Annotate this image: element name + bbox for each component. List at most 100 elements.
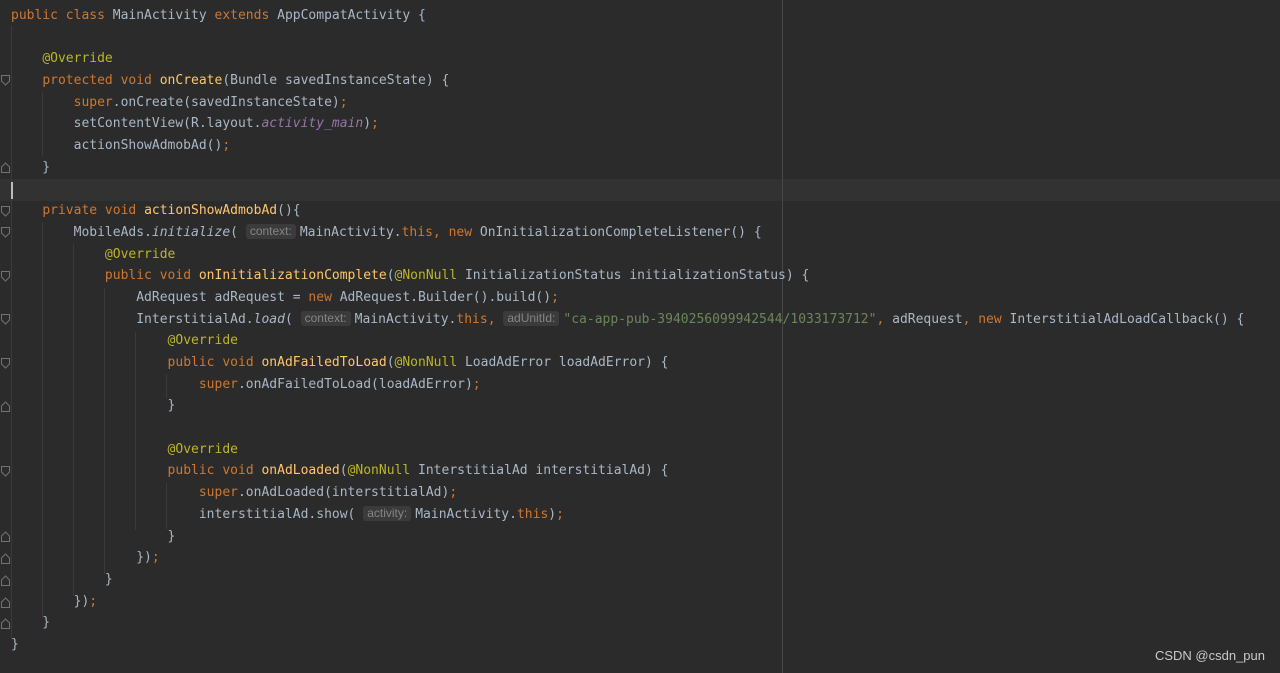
code-line[interactable]: @Override [11,330,1244,352]
code-line[interactable]: actionShowAdmobAd(); [11,135,1244,157]
code-token: (Bundle savedInstanceState) { [222,73,450,89]
code-line[interactable]: } [11,634,1244,656]
code-line[interactable]: public void onAdFailedToLoad(@NonNull Lo… [11,352,1244,374]
code-line[interactable]: } [11,395,1244,417]
code-line[interactable] [11,27,1244,49]
fold-close-icon[interactable] [1,553,10,564]
code-token: ; [472,376,481,392]
code-line[interactable]: }); [11,591,1244,613]
code-token: ( [386,268,395,284]
code-line[interactable]: MobileAds.initialize( context: MainActivi… [11,222,1244,244]
code-token: MobileAds. [11,224,152,240]
code-token: } [11,398,176,414]
code-line[interactable]: } [11,612,1244,634]
code-line[interactable]: super.onAdLoaded(interstitialAd); [11,482,1244,504]
code-token: ( [386,355,395,370]
parameter-hint: context: [245,223,296,239]
code-line[interactable]: super.onAdFailedToLoad(loadAdError); [11,374,1244,396]
code-line[interactable]: setContentView(R.layout.activity_main); [11,113,1244,135]
code-line[interactable]: public void onAdLoaded(@NonNull Intersti… [11,460,1244,482]
code-token: , [876,311,893,327]
fold-close-icon[interactable] [1,162,10,173]
code-line[interactable]: interstitialAd.show( activity: MainActivi… [11,504,1244,526]
code-token: ; [89,593,98,609]
code-line[interactable]: InterstitialAd.load( context: MainActivit… [11,309,1244,331]
fold-close-icon[interactable] [1,618,10,629]
code-token: AdRequest adRequest = [11,289,309,305]
code-token: @Override [42,51,113,67]
code-token: onInitializationComplete [198,268,387,284]
code-token: protected void [42,73,160,89]
code-token: ( [230,224,246,240]
code-line[interactable]: @Override [11,244,1244,266]
code-token: MainActivity. [354,311,457,327]
code-token: @NonNull [347,463,419,479]
code-line[interactable]: @Override [11,439,1244,461]
code-token: } [11,615,51,631]
code-line[interactable] [11,179,1244,201]
code-token: new [308,289,340,305]
fold-close-icon[interactable] [1,401,10,412]
code-line[interactable]: @Override [11,48,1244,70]
fold-open-icon[interactable] [1,206,10,217]
code-token: .onAdFailedToLoad(loadAdError) [237,376,473,392]
code-token: MainActivity. [299,224,402,240]
code-line[interactable]: private void actionShowAdmobAd(){ [11,200,1244,222]
code-token: (){ [277,203,301,219]
code-line[interactable] [11,417,1244,439]
code-token: @Override [167,333,238,349]
fold-close-icon[interactable] [1,575,10,586]
code-token: super [73,94,113,110]
code-token: public void [167,463,262,479]
code-token: ( [284,311,301,327]
code-token: ) [548,506,557,522]
code-token: interstitialAd.show( [11,506,364,522]
code-token: InterstitialAdLoadCallback() { [1009,311,1245,327]
code-line[interactable]: protected void onCreate(Bundle savedInst… [11,70,1244,92]
fold-open-icon[interactable] [1,466,10,477]
fold-close-icon[interactable] [1,597,10,608]
code-token: adRequest [892,311,963,327]
code-token: MainActivity. [415,506,517,522]
parameter-hint: activity: [363,505,412,521]
code-token: ; [151,550,160,566]
code-token: ; [339,94,348,110]
fold-open-icon[interactable] [1,271,10,282]
code-token: AppCompatActivity { [277,8,426,23]
code-token: setContentView(R.layout. [11,116,262,132]
code-token: ; [371,116,379,132]
code-token: }) [11,550,152,566]
code-token: AdRequest.Builder().build() [339,289,552,305]
fold-open-icon[interactable] [1,227,10,238]
fold-open-icon[interactable] [1,358,10,369]
csdn-watermark: CSDN @csdn_pun [1154,648,1265,663]
code-line[interactable]: } [11,569,1244,591]
code-line[interactable]: AdRequest adRequest = new AdRequest.Buil… [11,287,1244,309]
code-token: @Override [167,441,238,457]
fold-close-icon[interactable] [1,531,10,542]
code-token: this, [456,311,504,327]
code-line[interactable]: } [11,526,1244,548]
fold-open-icon[interactable] [1,314,10,325]
code-token: InterstitialAd. [11,311,254,327]
code-area[interactable]: public class MainActivity extends AppCom… [11,5,1244,656]
code-token: activity_main [261,116,364,132]
code-line[interactable]: public void onInitializationComplete(@No… [11,265,1244,287]
code-line[interactable]: public class MainActivity extends AppCom… [11,5,1244,27]
code-token: onCreate [159,73,223,89]
code-line[interactable]: } [11,157,1244,179]
code-editor[interactable]: public class MainActivity extends AppCom… [0,0,1280,673]
code-token: extends [214,8,278,23]
code-line[interactable]: }); [11,547,1244,569]
code-token: initialize [151,224,231,240]
code-line[interactable]: super.onCreate(savedInstanceState); [11,92,1244,114]
code-token: ; [556,506,564,522]
fold-open-icon[interactable] [1,75,10,86]
